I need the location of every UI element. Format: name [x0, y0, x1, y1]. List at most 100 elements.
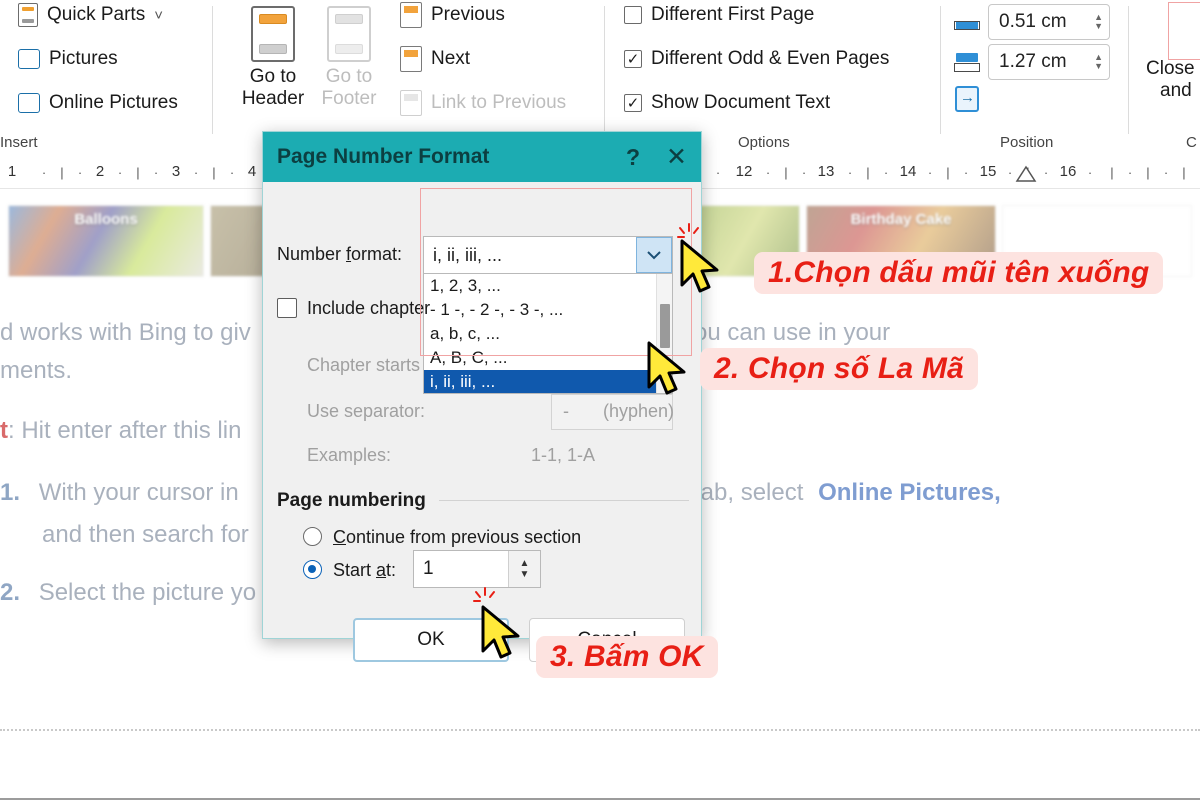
hanging-indent-marker[interactable]: [1014, 164, 1038, 184]
doc-list-text: With your cursor in: [38, 479, 239, 506]
footer-from-bottom-row[interactable]: 1.27 cm ▲ ▼: [954, 44, 1110, 80]
doc-hint-text: : Hit enter after this lin: [8, 417, 242, 444]
show-document-text-label: Show Document Text: [651, 92, 831, 113]
different-first-page-label: Different First Page: [651, 4, 815, 25]
start-at-label: Start at:: [333, 560, 397, 580]
start-at-value: 1: [423, 558, 434, 579]
ribbon-go-to-footer[interactable]: Go to Footer: [314, 6, 384, 110]
doc-list-text: Select the picture yo: [38, 579, 257, 606]
start-at-radio[interactable]: [303, 560, 322, 579]
footer-from-bottom-icon: [954, 52, 980, 72]
dropdown-option[interactable]: 1, 2, 3, ...: [424, 274, 656, 298]
help-icon[interactable]: ?: [626, 144, 640, 171]
different-odd-even-checkbox[interactable]: ✓: [624, 50, 642, 68]
start-at-stepper[interactable]: ▲ ▼: [508, 551, 540, 587]
close-icon[interactable]: ✕: [666, 144, 687, 170]
ribbon-link-to-previous[interactable]: Link to Previous: [400, 90, 566, 116]
doc-hint-prefix: t: [0, 417, 8, 444]
ribbon-close-header-footer[interactable]: Close and: [1146, 58, 1200, 102]
chevron-down-icon[interactable]: [635, 237, 672, 273]
next-icon: [400, 46, 422, 72]
insert-alignment-tab-icon: [955, 86, 979, 112]
dropdown-option[interactable]: A, B, C, ...: [424, 346, 656, 370]
online-pictures-icon: [18, 93, 40, 113]
ribbon-quick-parts[interactable]: Quick Parts ˅: [18, 3, 163, 27]
previous-icon: [400, 2, 422, 28]
number-format-combobox[interactable]: i, ii, iii, ...: [423, 236, 673, 274]
close-label-line2: and: [1160, 79, 1192, 101]
insert-alignment-tab-button[interactable]: [955, 86, 979, 117]
ribbon-group-label-close: C: [1186, 134, 1197, 151]
ruler-tick-4: 4: [247, 163, 257, 180]
separator-value: -: [563, 401, 569, 421]
footer-from-bottom-stepper[interactable]: ▲ ▼: [1094, 53, 1103, 71]
dialog-body: Number format: i, ii, iii, ... 1, 2, 3, …: [263, 182, 701, 662]
header-from-top-icon: [954, 12, 980, 32]
ruler-tick-14: 14: [899, 163, 917, 180]
doc-link-online-pictures[interactable]: Online Pictures,: [818, 479, 1001, 506]
ribbon-previous-label: Previous: [431, 4, 505, 25]
ribbon-go-to-header[interactable]: Go to Header: [238, 6, 308, 110]
doc-list-item: 2. Select the picture yo: [0, 579, 256, 607]
ruler-tick-1: 1: [7, 163, 17, 180]
annotation-step-1: 1.Chọn dấu mũi tên xuống: [754, 252, 1164, 294]
dropdown-option-selected[interactable]: i, ii, iii, ...: [424, 370, 656, 393]
include-chapter-checkbox[interactable]: [277, 298, 297, 318]
number-format-label: Number format:: [277, 244, 403, 264]
header-from-top-row[interactable]: 0.51 cm ▲ ▼: [954, 4, 1110, 40]
continue-from-previous-radio[interactable]: [303, 527, 322, 546]
doc-line-right: ou can use in your: [694, 319, 891, 346]
close-button-highlight: [1168, 2, 1200, 60]
ribbon-divider-1: [212, 6, 213, 134]
ribbon-different-odd-even[interactable]: ✓ Different Odd & Even Pages: [624, 48, 889, 70]
header-from-top-input[interactable]: 0.51 cm ▲ ▼: [988, 4, 1110, 40]
examples-value: 1-1, 1-A: [531, 445, 596, 465]
ribbon-next[interactable]: Next: [400, 46, 470, 72]
image-thumbnail[interactable]: Balloons: [8, 205, 204, 277]
click-spark-icon: [473, 587, 495, 602]
go-to-footer-icon: [327, 6, 371, 62]
footer-from-bottom-input[interactable]: 1.27 cm ▲ ▼: [988, 44, 1110, 80]
show-document-text-checkbox[interactable]: ✓: [624, 94, 642, 112]
ribbon-pictures[interactable]: Pictures: [18, 48, 118, 70]
ribbon-divider-2: [604, 6, 605, 134]
dropdown-option[interactable]: - 1 -, - 2 -, - 3 -, ...: [424, 298, 656, 322]
number-format-dropdown-list[interactable]: 1, 2, 3, ... - 1 -, - 2 -, - 3 -, ... a,…: [423, 274, 673, 394]
doc-line-right: tab, select Online Pictures,: [694, 479, 1001, 507]
go-to-footer-label-line1: Go to: [325, 66, 373, 87]
pictures-icon: [18, 49, 40, 69]
ribbon-online-pictures-label: Online Pictures: [49, 92, 178, 113]
different-first-page-checkbox[interactable]: [624, 6, 642, 24]
ribbon-divider-3: [940, 6, 941, 134]
ruler-tick-16: 16: [1059, 163, 1077, 180]
dialog-title: Page Number Format: [277, 145, 490, 168]
ribbon-different-first-page[interactable]: Different First Page: [624, 4, 814, 26]
ribbon-group-label-options: Options: [738, 134, 790, 151]
app-root: Quick Parts ˅ Pictures Online Pictures G…: [0, 0, 1200, 800]
page-numbering-group-title: Page numbering: [277, 490, 426, 511]
ruler-tick-12: 12: [735, 163, 753, 180]
ruler-tick-2: 2: [95, 163, 105, 180]
ruler-tick-15: 15: [979, 163, 997, 180]
header-from-top-value: 0.51 cm: [999, 11, 1067, 32]
ribbon-online-pictures[interactable]: Online Pictures: [18, 92, 178, 114]
doc-line-right-text: tab, select: [694, 479, 804, 506]
click-spark-icon: [677, 223, 699, 238]
header-from-top-stepper[interactable]: ▲ ▼: [1094, 13, 1103, 31]
dialog-titlebar[interactable]: Page Number Format ? ✕: [263, 132, 701, 182]
ribbon-show-document-text[interactable]: ✓ Show Document Text: [624, 92, 830, 114]
examples-label: Examples:: [307, 445, 392, 465]
footer-from-bottom-value: 1.27 cm: [999, 51, 1067, 72]
page-number-format-dialog[interactable]: Page Number Format ? ✕ Number format: i,…: [262, 131, 702, 662]
ribbon-pictures-label: Pictures: [49, 48, 118, 69]
start-at-input[interactable]: 1 ▲ ▼: [413, 550, 541, 588]
ribbon-group-label-insert: Insert: [0, 134, 38, 151]
dropdown-option[interactable]: a, b, c, ...: [424, 322, 656, 346]
dropdown-options: 1, 2, 3, ... - 1 -, - 2 -, - 3 -, ... a,…: [424, 274, 656, 393]
go-to-header-icon: [251, 6, 295, 62]
link-to-previous-icon: [400, 90, 422, 116]
ruler-tick-3: 3: [171, 163, 181, 180]
image-caption: Balloons: [74, 211, 138, 228]
quick-parts-icon: [18, 3, 38, 27]
ribbon-previous[interactable]: Previous: [400, 2, 505, 28]
